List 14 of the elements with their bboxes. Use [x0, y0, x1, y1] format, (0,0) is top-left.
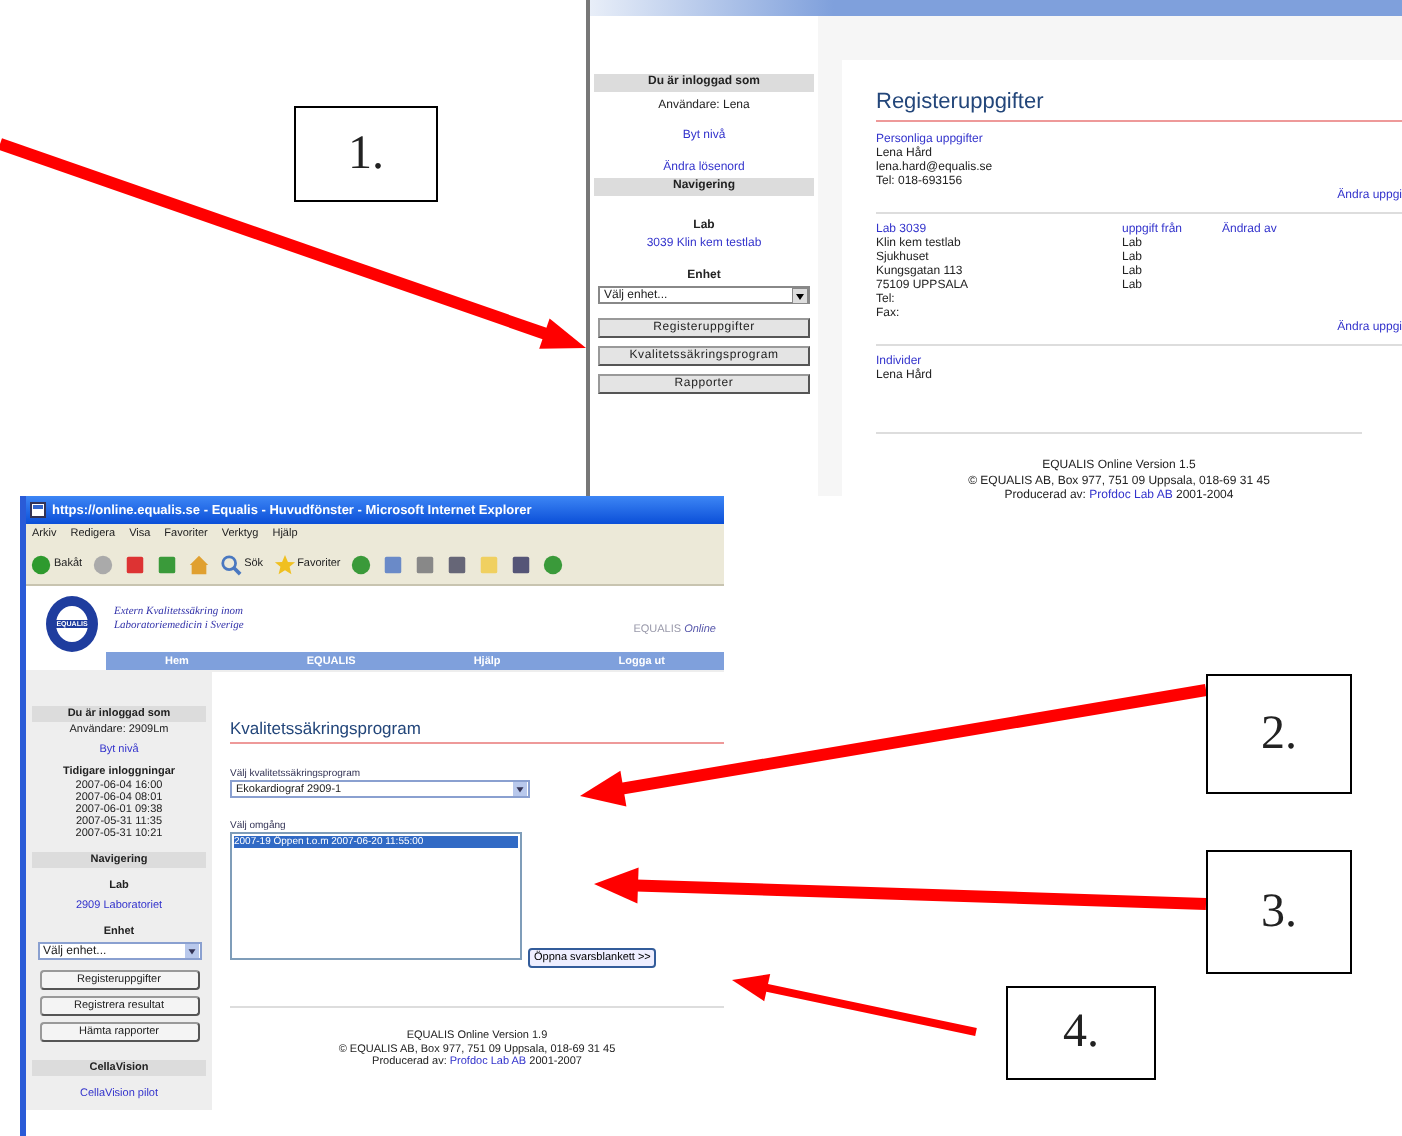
- dropdown-arrow-icon: [792, 287, 808, 303]
- callout-label: 4.: [1006, 986, 1156, 1080]
- dropdown-arrow-icon: [183, 944, 199, 958]
- page-icon: [30, 502, 46, 518]
- page-title: Kvalitetssäkringsprogram: [230, 718, 724, 744]
- search-icon: [220, 553, 243, 575]
- page-title: Registeruppgifter: [876, 90, 1402, 122]
- star-icon: [273, 553, 296, 575]
- callout-label: 3.: [1206, 850, 1352, 974]
- back-icon: [30, 553, 52, 575]
- callout-label: 2.: [1206, 674, 1352, 794]
- home-icon[interactable]: [188, 553, 211, 575]
- dropdown-arrow-icon: [512, 782, 528, 796]
- callout-label: 1.: [294, 106, 438, 202]
